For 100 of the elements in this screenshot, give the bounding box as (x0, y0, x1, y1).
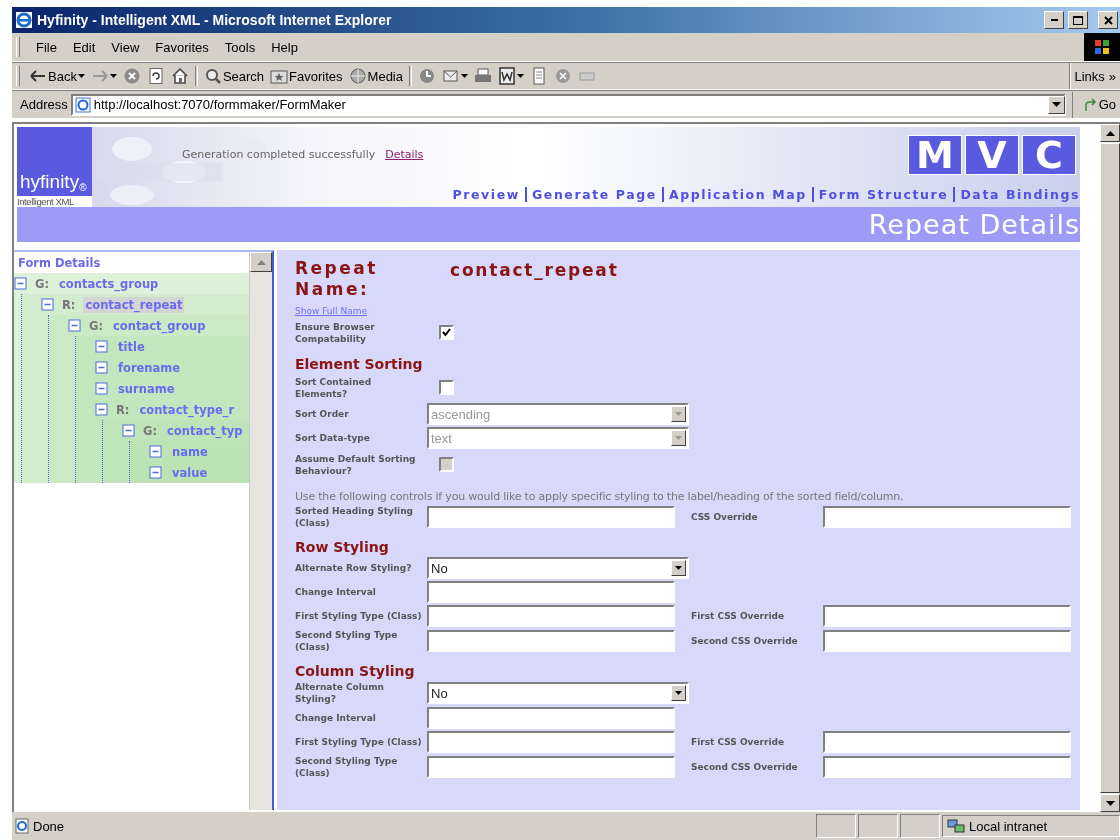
chevron-button[interactable]: » (1108, 68, 1116, 84)
tree-item[interactable]: title (116, 338, 147, 355)
checkbox[interactable] (439, 380, 454, 395)
back-button[interactable]: Back (26, 66, 88, 86)
scroll-up-button[interactable] (1100, 124, 1120, 142)
minimize-icon (1050, 19, 1058, 21)
refresh-icon (146, 67, 165, 85)
collapse-icon[interactable] (122, 424, 135, 437)
tree-item[interactable]: contact_typ (165, 422, 245, 439)
nav-link[interactable]: Form Structure (813, 187, 956, 202)
checkbox[interactable] (439, 325, 454, 340)
field-title: Repeat Name: (295, 258, 379, 300)
maximize-icon (1073, 15, 1083, 25)
menu-item[interactable]: Help (263, 37, 306, 57)
collapse-icon[interactable] (149, 445, 162, 458)
document-icon (498, 67, 516, 85)
collapse-icon[interactable] (14, 277, 27, 290)
collapse-icon[interactable] (95, 361, 108, 374)
status-pane (900, 814, 940, 838)
tree-item[interactable]: surname (116, 380, 177, 397)
panel-title: Form Details (17, 256, 102, 272)
section-heading: Row Styling (295, 539, 390, 555)
tree-item[interactable]: forename (116, 359, 183, 376)
menu-item[interactable]: Edit (64, 37, 104, 57)
collapse-icon[interactable] (95, 403, 108, 416)
menu-item[interactable]: File (28, 37, 65, 57)
minimize-button[interactable] (1044, 11, 1064, 29)
collapse-icon[interactable] (68, 319, 81, 332)
scroll-down-button[interactable] (1100, 794, 1120, 812)
logo-tile: V (965, 135, 1019, 175)
menu-item[interactable]: View (103, 37, 148, 57)
logo-tile: C (1022, 135, 1076, 175)
discuss-icon (554, 67, 572, 85)
dropdown-value: No (431, 685, 448, 701)
collapse-icon[interactable] (95, 340, 108, 353)
nav-link[interactable]: Generate Page (526, 187, 664, 202)
status-text: Done (33, 818, 65, 834)
input-field[interactable] (823, 506, 1071, 528)
show-full-name-link[interactable]: Show Full Name (295, 306, 367, 316)
page-icon (14, 818, 30, 834)
dropdown[interactable]: No (427, 557, 689, 579)
tree-item[interactable]: contact_type_r (137, 401, 237, 418)
security-zone: Local intranet (969, 818, 1048, 834)
field-label: Change Interval (295, 586, 377, 598)
dropdown-value: text (431, 430, 452, 446)
scroll-up-button[interactable] (250, 252, 272, 272)
caret-icon (517, 74, 524, 78)
stop-icon (122, 67, 141, 85)
nav-link[interactable]: Application Map (663, 187, 814, 202)
up-arrow-icon (1105, 130, 1115, 136)
caret-icon (77, 74, 85, 78)
dropdown-arrow-button[interactable] (671, 560, 686, 576)
input-field[interactable] (823, 731, 1071, 753)
maximize-button[interactable] (1068, 11, 1088, 29)
field-label: Change Interval (295, 712, 377, 724)
favorites-button[interactable]: Favorites (267, 66, 346, 86)
input-field[interactable] (427, 605, 675, 627)
nav-link[interactable]: Data Bindings (955, 187, 1080, 202)
caret-icon (675, 436, 682, 440)
input-field[interactable] (823, 605, 1071, 627)
details-link[interactable]: Details (385, 148, 424, 161)
section-heading: Element Sorting (295, 356, 424, 372)
input-field[interactable] (427, 756, 675, 778)
repeat-name: contact_repeat (450, 259, 619, 280)
input-field[interactable] (823, 630, 1071, 652)
dropdown[interactable]: No (427, 682, 689, 704)
instruction-text: Use the following controls if you would like to apply specific styling to the label/heading of the sorted field/column. (295, 490, 905, 503)
input-field[interactable] (427, 506, 675, 528)
menu-item[interactable]: Tools (216, 37, 264, 57)
caret-icon (675, 566, 682, 570)
field-label: Assume Default Sorting Behaviour? (295, 452, 417, 477)
field-label: Second CSS Override (691, 635, 799, 647)
input-field[interactable] (427, 630, 675, 652)
input-field[interactable] (823, 756, 1071, 778)
links-button[interactable]: Links (1074, 68, 1105, 84)
collapse-icon[interactable] (95, 382, 108, 395)
tree-item[interactable]: name (170, 443, 210, 460)
search-button[interactable]: Search (200, 66, 268, 86)
input-field[interactable] (427, 581, 675, 603)
go-button[interactable]: Go (1071, 91, 1120, 118)
input-field[interactable] (427, 707, 675, 729)
scrollbar[interactable] (249, 252, 272, 810)
dropdown-arrow-button[interactable] (671, 685, 686, 701)
tree-item[interactable]: value (170, 464, 210, 481)
tree-item[interactable]: contact_group (111, 317, 208, 334)
printer-icon (474, 67, 492, 85)
close-button[interactable] (1098, 11, 1118, 29)
input-field[interactable] (427, 731, 675, 753)
collapse-icon[interactable] (149, 466, 162, 479)
nav-link[interactable]: Preview (447, 187, 527, 202)
scroll-thumb[interactable] (1100, 143, 1120, 793)
field-label: First CSS Override (691, 736, 786, 748)
clock-icon (418, 67, 436, 85)
home-icon (170, 67, 189, 85)
media-button[interactable]: Media (345, 66, 406, 86)
menu-item[interactable]: Favorites (147, 37, 217, 57)
mail-icon (442, 67, 460, 85)
tree-item[interactable]: contacts_group (57, 275, 161, 292)
collapse-icon[interactable] (41, 298, 54, 311)
address-field[interactable]: http://localhost:7070/formmaker/FormMaker (70, 93, 1066, 116)
